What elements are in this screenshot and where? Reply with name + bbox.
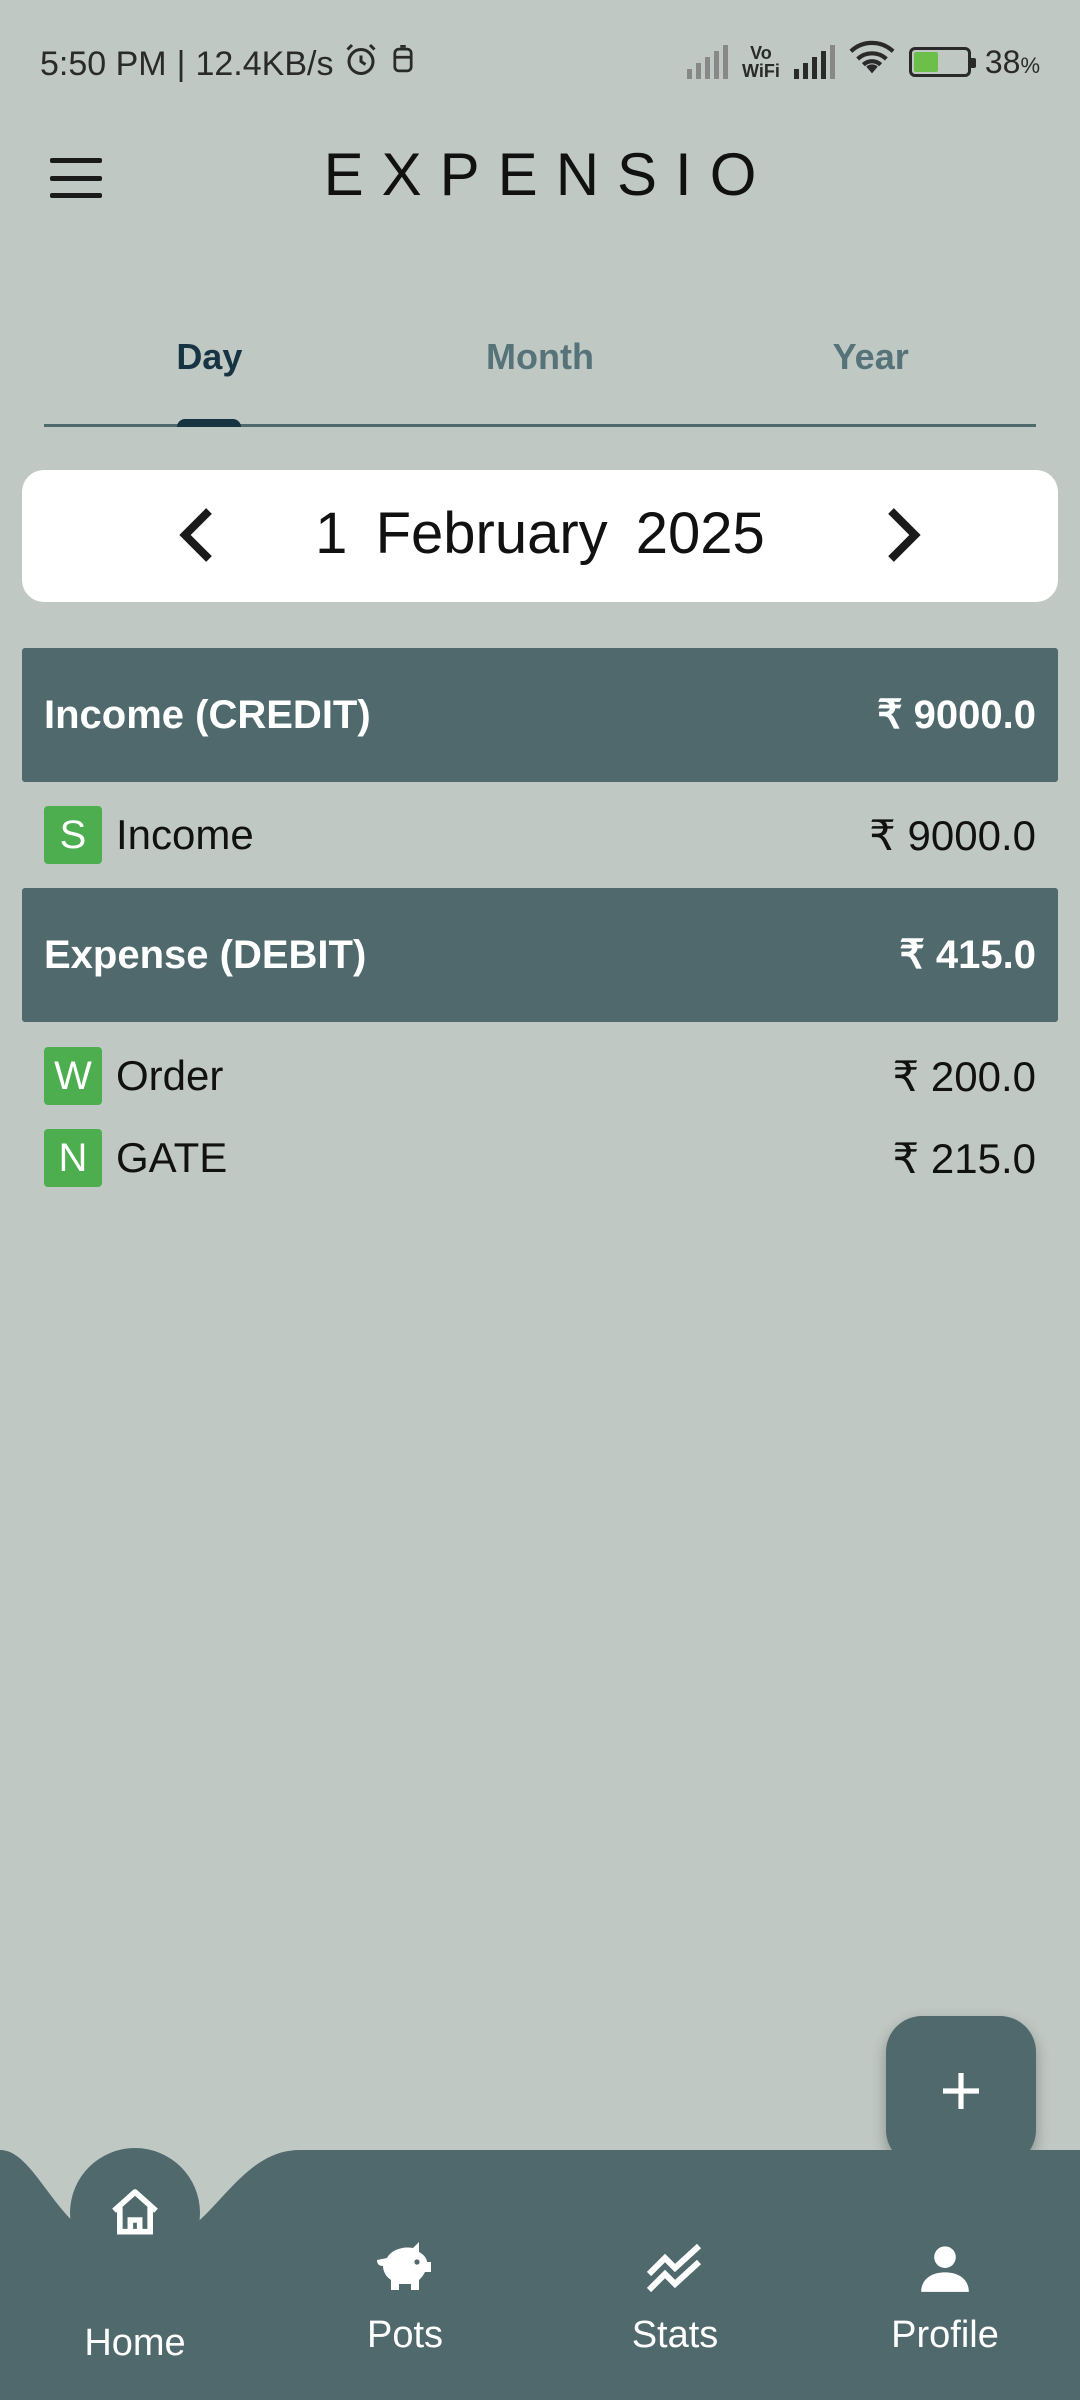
nav-home-label[interactable]: Home [30, 2322, 240, 2365]
next-date-button[interactable] [868, 500, 938, 570]
expense-header-total: ₹ 415.0 [899, 933, 1036, 977]
nav-home-button[interactable] [70, 2148, 200, 2278]
income-list-item[interactable]: S Income ₹ 9000.0 [44, 806, 1036, 864]
plus-icon [943, 2073, 979, 2109]
chevron-right-icon [888, 508, 921, 562]
date-month: February [375, 501, 608, 566]
tab-day[interactable]: Day [44, 300, 375, 427]
tab-day-label: Day [176, 336, 243, 377]
wifi-icon [849, 40, 895, 84]
income-header-label: Income (CREDIT) [44, 692, 371, 737]
transaction-amount: ₹ 9000.0 [869, 811, 1036, 859]
battery-value: 38 [984, 43, 1021, 80]
person-icon [921, 2246, 969, 2292]
nav-pots[interactable]: Pots [295, 2230, 515, 2380]
vowifi-icon: Vo WiFi [742, 44, 780, 80]
date-selector: 1 February 2025 [22, 470, 1058, 602]
tab-year-label: Year [832, 336, 909, 377]
active-tab-indicator [177, 419, 242, 427]
trending-icon [646, 2243, 702, 2293]
transaction-name: Order [116, 1052, 224, 1099]
signal-icon-2 [793, 45, 835, 79]
transaction-amount: ₹ 215.0 [892, 1134, 1037, 1182]
category-badge: W [44, 1047, 102, 1105]
notification-icon [389, 45, 417, 84]
piggy-bank-icon [377, 2242, 431, 2290]
category-badge: S [44, 806, 102, 864]
status-bar: 5:50 PM | 12.4KB/s Vo WiFi 38% [0, 0, 1080, 130]
battery-level: 38% [985, 44, 1040, 81]
expense-header-label: Expense (DEBIT) [44, 932, 367, 977]
network-speed: 12.4KB/s [195, 45, 334, 83]
nav-pots-label: Pots [366, 2314, 444, 2356]
status-separator: | [176, 45, 186, 83]
nav-stats[interactable]: Stats [565, 2230, 785, 2380]
nav-stats-label: Stats [631, 2314, 719, 2356]
expense-list-item[interactable]: W Order ₹ 200.0 [44, 1047, 1036, 1105]
status-left: 5:50 PM | 12.4KB/s [40, 42, 417, 87]
period-tabs: Day Month Year [44, 300, 1036, 427]
transaction-name: Income [116, 811, 254, 858]
category-badge: N [44, 1129, 102, 1187]
transaction-amount: ₹ 200.0 [892, 1052, 1037, 1100]
add-transaction-button[interactable] [886, 2016, 1036, 2166]
status-time: 5:50 PM [40, 45, 167, 83]
battery-icon [908, 47, 976, 77]
signal-icon [687, 45, 729, 79]
tab-month-label: Month [486, 336, 594, 377]
app-title: EXPENSIO [323, 141, 775, 208]
date-day: 1 [315, 501, 348, 566]
expense-section-header: Expense (DEBIT) ₹ 415.0 [22, 888, 1058, 1022]
date-year: 2025 [635, 501, 765, 566]
vowifi-top: Vo [750, 43, 772, 63]
vowifi-bottom: WiFi [742, 61, 780, 81]
expense-list-item[interactable]: N GATE ₹ 215.0 [44, 1129, 1036, 1187]
income-header-total: ₹ 9000.0 [877, 693, 1036, 737]
income-section-header: Income (CREDIT) ₹ 9000.0 [22, 648, 1058, 782]
alarm-icon [343, 42, 379, 87]
status-right: Vo WiFi 38% [687, 40, 1040, 84]
nav-profile[interactable]: Profile [835, 2230, 1055, 2380]
transaction-name: GATE [116, 1134, 228, 1181]
tab-year[interactable]: Year [705, 300, 1036, 424]
nav-profile-label: Profile [891, 2314, 999, 2356]
battery-unit: % [1020, 52, 1040, 78]
tab-month[interactable]: Month [375, 300, 706, 424]
home-icon [112, 2189, 158, 2235]
